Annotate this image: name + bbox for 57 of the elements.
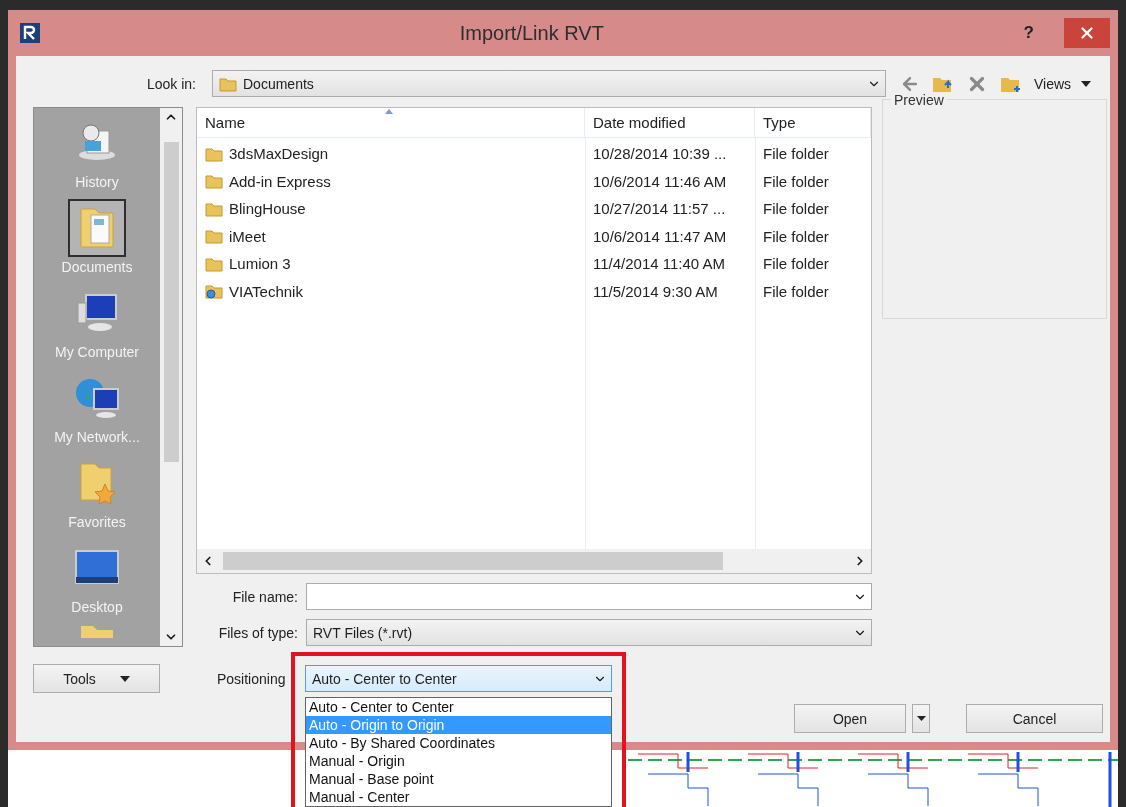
date-cell-text: 11/5/2014 9:30 AM — [592, 282, 719, 300]
file-name-cell[interactable]: VIATechnik — [197, 282, 585, 300]
file-name-cell[interactable]: BlingHouse — [197, 200, 585, 218]
date-cell-text: 10/6/2014 11:47 AM — [592, 227, 728, 245]
horizontal-scrollbar[interactable] — [197, 549, 871, 573]
app-logo-icon — [20, 23, 40, 43]
type-cell-text: File folder — [762, 255, 830, 273]
caret-icon — [916, 716, 926, 721]
views-menu-button[interactable]: Views — [1034, 75, 1092, 92]
date-cell-text: 10/27/2014 11:57 ... — [592, 200, 727, 218]
globe-computer-icon — [74, 377, 120, 419]
file-name-label: File name: — [231, 588, 298, 605]
type-cell-text: File folder — [762, 200, 830, 218]
type-cell-text: File folder — [762, 282, 830, 300]
scrollbar[interactable] — [160, 108, 182, 646]
positioning-label: Positioning — [217, 670, 287, 687]
desktop-icon — [74, 549, 120, 587]
caret-icon — [119, 675, 130, 682]
file-type-dropdown[interactable]: RVT Files (*.rvt) — [306, 619, 872, 646]
date-cell-text: 10/6/2014 11:46 AM — [592, 172, 728, 190]
column-header[interactable]: Date modified — [585, 108, 755, 137]
tools-button[interactable]: Tools — [33, 664, 160, 693]
look-in-dropdown[interactable]: Documents — [212, 70, 886, 97]
folder-icon — [79, 624, 115, 638]
close-icon — [1078, 24, 1096, 42]
sort-arrow-icon — [385, 109, 393, 114]
documents-folder-icon — [77, 205, 117, 251]
file-name-field[interactable] — [306, 583, 872, 610]
open-options-button[interactable] — [912, 704, 930, 733]
type-cell-text: File folder — [762, 145, 830, 163]
file-name-cell[interactable]: iMeet — [197, 227, 585, 245]
type-cell-text: File folder — [762, 227, 830, 245]
file-type-label: Files of type: — [217, 624, 298, 641]
folder-icon — [219, 75, 237, 92]
folder-icon — [205, 173, 223, 190]
star-folder-icon — [77, 460, 117, 506]
file-name-cell[interactable]: Lumion 3 — [197, 255, 585, 273]
look-in-label: Look in: — [145, 75, 196, 92]
close-button[interactable] — [1064, 18, 1110, 48]
help-button[interactable]: ? — [1023, 23, 1034, 43]
column-header[interactable]: Type — [755, 108, 871, 137]
cancel-button[interactable]: Cancel — [966, 704, 1103, 733]
type-cell-text: File folder — [762, 172, 830, 190]
folder-icon — [205, 255, 223, 272]
preview-label: Preview — [891, 92, 947, 108]
caret-icon — [1081, 80, 1092, 87]
date-cell-text: 11/4/2014 11:40 AM — [592, 255, 727, 273]
date-cell-text: 10/28/2014 10:39 ... — [592, 145, 728, 163]
file-name-cell[interactable]: Add-in Express — [197, 172, 585, 190]
folder-icon — [205, 200, 223, 217]
folder-icon — [205, 228, 223, 245]
shared-folder-icon — [205, 283, 223, 300]
window-title: Import/Link RVT — [458, 21, 605, 45]
folder-icon — [205, 145, 223, 162]
positioning-dropdown[interactable]: Auto - Center to Center — [305, 665, 612, 692]
open-button[interactable]: Open — [794, 704, 906, 733]
file-name-cell[interactable]: 3dsMaxDesign — [197, 145, 585, 163]
